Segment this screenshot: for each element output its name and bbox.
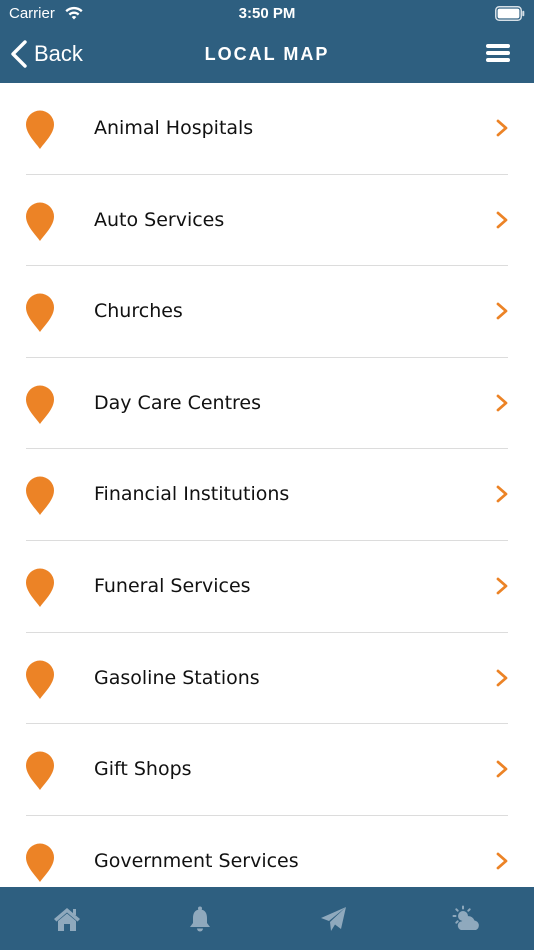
list-item-churches[interactable]: Churches <box>0 266 534 358</box>
map-pin-icon <box>26 843 54 882</box>
hamburger-menu-icon[interactable] <box>486 44 510 62</box>
list-item-funeral-services[interactable]: Funeral Services <box>0 541 534 633</box>
map-pin-icon <box>26 110 54 149</box>
map-pin-icon <box>26 202 54 241</box>
map-pin-icon <box>26 660 54 699</box>
list-item-label: Government Services <box>94 849 299 872</box>
list-item-animal-hospitals[interactable]: Animal Hospitals <box>0 83 534 175</box>
list-item-gift-shops[interactable]: Gift Shops <box>0 724 534 816</box>
status-bar: Carrier 3:50 PM <box>0 0 534 28</box>
list-item-label: Gift Shops <box>94 758 192 781</box>
paper-plane-icon <box>320 906 346 931</box>
list-item-auto-services[interactable]: Auto Services <box>0 175 534 267</box>
list-item-government-services[interactable]: Government Services <box>0 816 534 887</box>
chevron-right-icon <box>496 302 508 320</box>
chevron-right-icon <box>496 485 508 503</box>
status-time: 3:50 PM <box>238 5 296 22</box>
chevron-right-icon <box>496 852 508 870</box>
chevron-right-icon <box>496 577 508 595</box>
list-item-gasoline-stations[interactable]: Gasoline Stations <box>0 633 534 725</box>
battery-icon <box>495 6 525 21</box>
map-pin-icon <box>26 476 54 516</box>
page-title: LOCAL MAP <box>204 44 330 64</box>
header: Carrier 3:50 PM Back LOCAL MAP <box>0 0 534 83</box>
chevron-right-icon <box>496 119 508 137</box>
chevron-right-icon <box>496 669 508 686</box>
chevron-right-icon <box>496 394 508 412</box>
tab-bar <box>0 887 534 950</box>
chevron-right-icon <box>496 211 508 228</box>
tab-weather[interactable] <box>401 887 534 950</box>
list-item-label: Animal Hospitals <box>94 117 254 139</box>
list-item-label: Gasoline Stations <box>94 666 260 689</box>
tab-home[interactable] <box>0 887 134 950</box>
chevron-right-icon <box>496 760 508 778</box>
bell-icon <box>190 906 211 931</box>
weather-icon <box>452 905 480 930</box>
nav-bar: Back LOCAL MAP <box>0 28 534 83</box>
tab-send[interactable] <box>267 887 401 950</box>
category-list: Animal Hospitals Auto Services Churches … <box>0 83 534 887</box>
list-item-label: Funeral Services <box>94 574 251 597</box>
tab-notifications[interactable] <box>134 887 268 950</box>
list-item-label: Day Care Centres <box>94 391 262 414</box>
list-item-financial-institutions[interactable]: Financial Institutions <box>0 449 534 541</box>
map-pin-icon <box>26 568 54 607</box>
map-pin-icon <box>26 751 54 791</box>
list-item-day-care-centres[interactable]: Day Care Centres <box>0 358 534 450</box>
map-pin-icon <box>26 293 54 333</box>
map-pin-icon <box>26 385 54 424</box>
screen: Carrier 3:50 PM Back LOCAL MAP Animal Ho… <box>0 0 534 950</box>
list-item-label: Auto Services <box>94 208 225 231</box>
home-icon <box>53 907 80 931</box>
list-item-label: Churches <box>94 300 183 323</box>
list-item-label: Financial Institutions <box>94 483 290 506</box>
